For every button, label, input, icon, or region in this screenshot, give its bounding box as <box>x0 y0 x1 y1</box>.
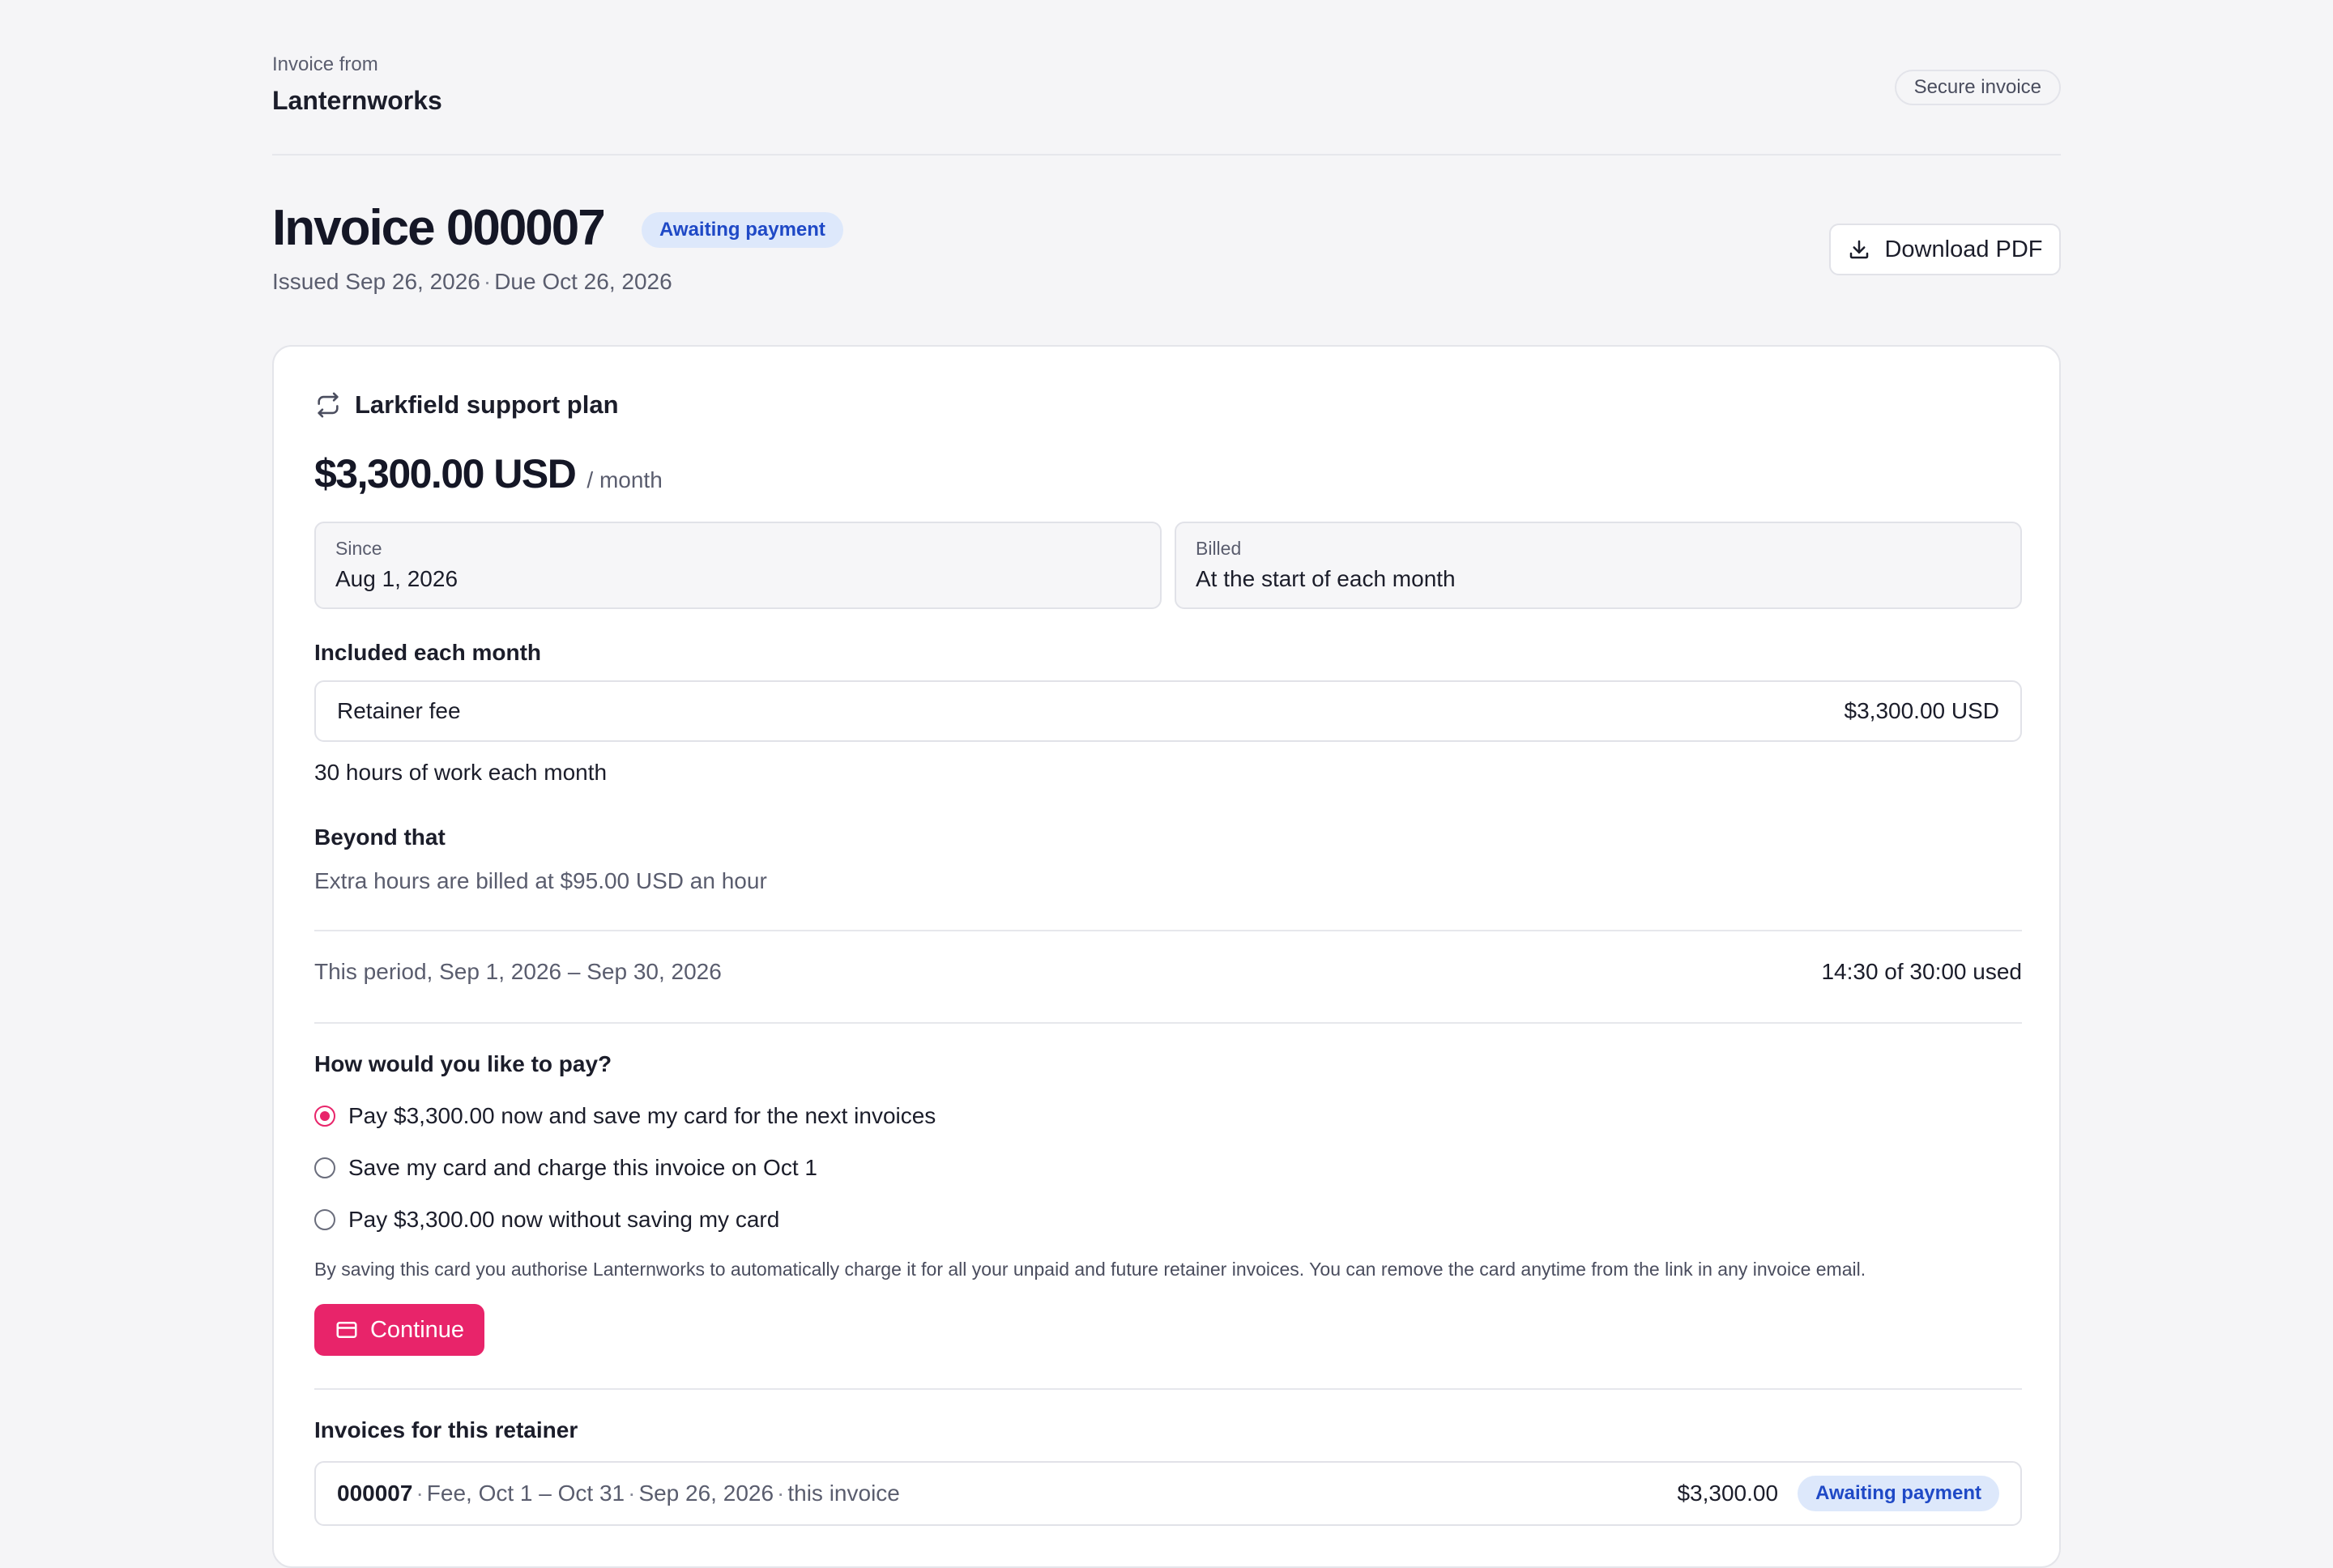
beyond-text: Extra hours are billed at $95.00 USD an … <box>314 868 767 893</box>
retainer-invoice-summary: $3,300.00 Awaiting payment <box>1677 1476 1999 1511</box>
issued-due-dates: Issued Sep 26, 2026 · Due Oct 26, 2026 <box>272 269 672 295</box>
card-consent-text: By saving this card you authorise Lanter… <box>314 1259 1866 1280</box>
price-period: / month <box>586 467 663 492</box>
status-badge: Awaiting payment <box>1798 1476 1999 1511</box>
since-box: Since Aug 1, 2026 <box>314 522 1162 609</box>
payment-option-label: Save my card and charge this invoice on … <box>348 1155 817 1180</box>
separator-dot: · <box>777 1481 785 1506</box>
plan-price: $3,300.00 USD / month <box>314 450 663 497</box>
radio-button[interactable] <box>314 1106 335 1127</box>
repeat-icon <box>318 392 339 418</box>
payment-option-pay-and-save[interactable]: Pay $3,300.00 now and save my card for t… <box>314 1103 936 1129</box>
separator-dot: · <box>483 269 492 294</box>
billed-box: Billed At the start of each month <box>1175 522 2022 609</box>
plan-header: Larkfield support plan <box>314 390 619 420</box>
billed-label: Billed <box>1196 538 1242 559</box>
period-usage-row: This period, Sep 1, 2026 – Sep 30, 2026 … <box>314 959 2022 985</box>
title-section: Invoice 000007 Issued Sep 26, 2026 · Due O… <box>272 156 2061 347</box>
separator-dot: · <box>628 1481 636 1506</box>
separator-dot: · <box>416 1481 424 1506</box>
due-date: Due Oct 26, 2026 <box>494 269 672 294</box>
continue-button[interactable]: Continue <box>314 1304 484 1356</box>
plan-name: Larkfield support plan <box>355 390 619 419</box>
invoice-status-badge: Awaiting payment <box>642 212 843 248</box>
payment-option-save-and-charge[interactable]: Save my card and charge this invoice on … <box>314 1155 817 1181</box>
download-pdf-label: Download PDF <box>1884 236 2043 262</box>
retainer-fee-row: Retainer fee $3,300.00 USD <box>314 680 2022 742</box>
download-icon <box>1850 240 1869 259</box>
payment-option-label: Pay $3,300.00 now and save my card for t… <box>348 1103 936 1128</box>
retainer-invoice-number: 000007 <box>337 1481 413 1506</box>
fee-amount: $3,300.00 USD <box>1844 698 1999 723</box>
invoice-title: Invoice 000007 <box>272 200 606 256</box>
since-label: Since <box>335 538 382 559</box>
divider <box>314 1022 2022 1024</box>
invoice-from-label: Invoice from <box>272 53 378 75</box>
credit-card-icon <box>336 1322 357 1338</box>
retainer-invoice-row[interactable]: 000007 · Fee, Oct 1 – Oct 31 · Sep 26, 2026 ·… <box>314 1461 2022 1526</box>
retainer-invoice-date: Sep 26, 2026 <box>638 1481 774 1506</box>
payment-option-label: Pay $3,300.00 now without saving my card <box>348 1207 780 1232</box>
retainer-invoices-heading: Invoices for this retainer <box>314 1417 578 1442</box>
invoice-header: Invoice from Lanternworks Secure invoice <box>272 0 2061 156</box>
issued-date: Issued Sep 26, 2026 <box>272 269 480 294</box>
price-amount: $3,300.00 USD <box>314 451 577 496</box>
retainer-invoice-description: Fee, Oct 1 – Oct 31 <box>426 1481 625 1506</box>
continue-label: Continue <box>369 1316 465 1343</box>
fee-name: Retainer fee <box>337 698 461 723</box>
period-label: This period, Sep 1, 2026 – Sep 30, 2026 <box>314 959 722 984</box>
divider <box>314 930 2022 931</box>
download-pdf-button[interactable]: Download PDF <box>1829 224 2061 275</box>
invoice-page: Invoice from Lanternworks Secure invoice… <box>272 0 2061 1568</box>
payment-option-pay-without-saving[interactable]: Pay $3,300.00 now without saving my card <box>314 1207 779 1233</box>
retainer-invoice-note: this invoice <box>787 1481 900 1506</box>
retainer-invoice-amount: $3,300.00 <box>1677 1481 1779 1506</box>
radio-button[interactable] <box>314 1209 335 1230</box>
secure-invoice-badge: Secure invoice <box>1894 70 2061 105</box>
since-value: Aug 1, 2026 <box>335 566 458 591</box>
retainer-card: Larkfield support plan $3,300.00 USD / m… <box>272 345 2061 1568</box>
company-name: Lanternworks <box>272 86 442 115</box>
included-heading: Included each month <box>314 640 542 665</box>
divider <box>314 1388 2022 1390</box>
billed-value: At the start of each month <box>1196 566 1456 591</box>
period-used: 14:30 of 30:00 used <box>1821 959 2022 984</box>
beyond-heading: Beyond that <box>314 824 446 850</box>
hours-included: 30 hours of work each month <box>314 760 608 785</box>
payment-heading: How would you like to pay? <box>314 1051 612 1076</box>
retainer-invoice-details: 000007 · Fee, Oct 1 – Oct 31 · Sep 26, 2026 ·… <box>337 1481 900 1506</box>
radio-button[interactable] <box>314 1157 335 1178</box>
